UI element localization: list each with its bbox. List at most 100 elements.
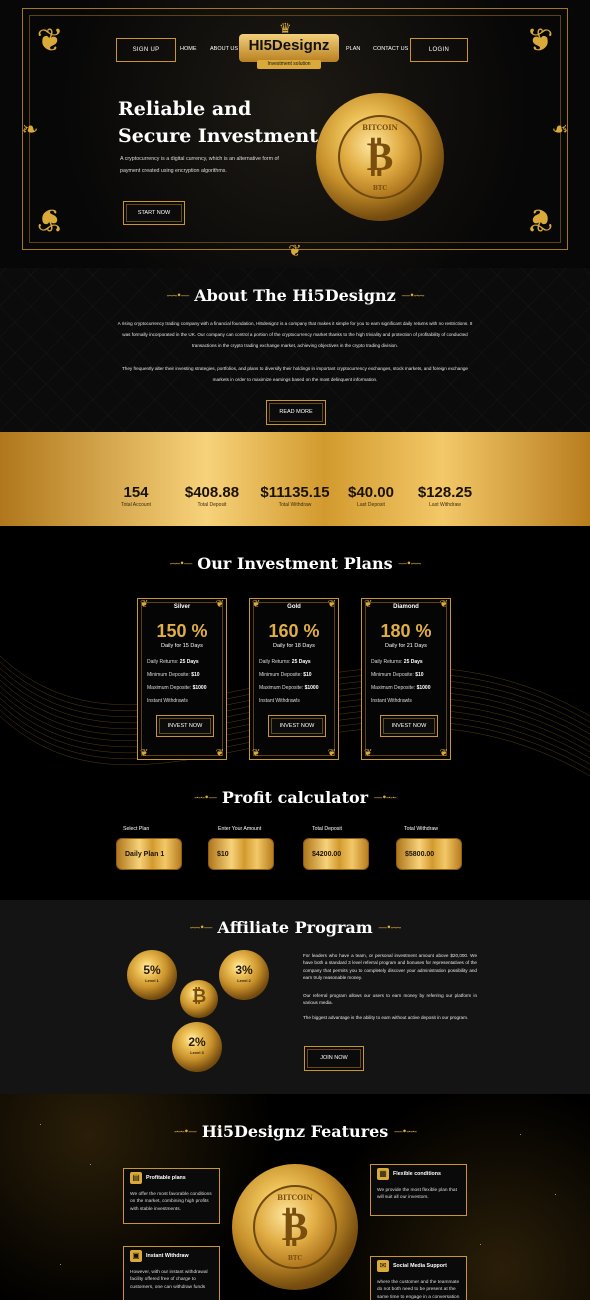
hero-title: Reliable and Secure Investment (118, 96, 318, 150)
select-plan-label: Select Plan (123, 826, 150, 832)
coin-bottom-text: BTC (287, 1255, 303, 1262)
invest-now-button[interactable]: INVEST NOW (380, 715, 438, 737)
plan-returns: Daily Returns: 25 Days (147, 659, 199, 665)
level-3-medal: 2% Level 3 (172, 1022, 222, 1072)
hero-title-line2: Secure Investment (118, 125, 318, 147)
stat-last-deposit: $40.00 Last Deposit (340, 484, 402, 508)
start-now-button[interactable]: START NOW (123, 201, 185, 225)
plan-card-gold: ❦ ❦ Gold 160 % Daily for 18 Days Daily R… (249, 598, 339, 760)
stat-total-withdraw: $11135.15 Total Withdraw (258, 484, 332, 508)
bitcoin-coin-image: BITCOIN ₿ BTC (316, 93, 444, 221)
about-paragraph-1: A rising cryptocurrency trading company … (117, 321, 473, 348)
stat-value: $128.25 (417, 484, 473, 501)
feature-description: We provide the most flexible plan that w… (377, 1188, 457, 1201)
calculator-title-text: Profit calculator (221, 788, 369, 807)
plan-max-value: $1000 (416, 685, 431, 691)
stat-value: $11135.15 (260, 484, 330, 501)
select-plan-dropdown[interactable]: Daily Plan 1 (116, 838, 182, 870)
amount-input[interactable]: $10 (208, 838, 274, 870)
plan-days: Daily for 21 Days (385, 643, 427, 649)
plan-withdraw: Instant Withdrawls (371, 698, 412, 704)
bitcoin-icon: ₿ (366, 133, 394, 180)
coin-top-text: BITCOIN (277, 1193, 313, 1202)
ornament-icon: ❦ (140, 748, 149, 759)
plan-percent: 160 % (268, 621, 320, 641)
plan-min-value: $10 (415, 672, 424, 678)
divider-ornament-icon: -·-·-•— (194, 793, 217, 804)
plan-returns-value: 25 Days (403, 659, 423, 665)
total-deposit-label: Total Deposit (312, 826, 342, 832)
plan-card-diamond: ❦ ❦ Diamond 180 % Daily for 21 Days Dail… (361, 598, 451, 760)
bitcoin-icon: ₿ (191, 986, 207, 1006)
ornament-icon: ❦ (327, 748, 336, 759)
about-section: -·-·-•— About The Hi5Designz —•-·-·- A r… (0, 268, 590, 432)
nav-plan-link[interactable]: PLAN (346, 46, 360, 52)
medal-level: Level 3 (190, 1050, 204, 1055)
plan-percent: 150 % (156, 621, 208, 641)
feature-card-social-media-support: ✉ Social Media Support where the custome… (370, 1256, 467, 1300)
ornament-icon: ❦ (439, 748, 448, 759)
read-more-button[interactable]: READ MORE (266, 400, 326, 425)
login-button[interactable]: LOGIN (410, 38, 468, 62)
plan-max-value: $1000 (192, 685, 207, 691)
plan-withdraw: Instant Withdrawls (147, 698, 188, 704)
logo-name: HI5Designz (239, 34, 339, 62)
plan-min-label: Minimum Deposite: (259, 672, 302, 678)
nav-home-link[interactable]: HOME (180, 46, 197, 52)
plan-max-deposit: Maximum Deposite: $1000 (259, 685, 318, 691)
logo-tagline: Investment solution (257, 60, 321, 69)
ornament-icon: ❦ (288, 243, 302, 260)
affiliate-paragraph-1: For leaders who have a team, or personal… (303, 953, 477, 981)
affiliate-paragraph-3: The biggest advantage is the ability to … (303, 1015, 469, 1020)
stat-value: 154 (123, 484, 149, 501)
level-1-medal: 5% Level 1 (127, 950, 177, 1000)
amount-label: Enter Your Amount (218, 826, 262, 832)
logo[interactable]: ♛ HI5Designz Investment solution (239, 20, 339, 70)
nav-about-link[interactable]: ABOUT US (210, 46, 238, 52)
divider-ornament-icon: -·-·-•— (166, 291, 190, 302)
nav-contact-link[interactable]: CONTACT US (373, 46, 408, 52)
medal-level: Level 2 (237, 978, 251, 983)
join-now-label: JOIN NOW (320, 1055, 348, 1061)
divider-ornament-icon: —•-·-·- (393, 1127, 417, 1138)
affiliate-title-text: Affiliate Program (217, 918, 373, 937)
ornament-icon: ❦ (215, 748, 224, 759)
divider-ornament-icon: -·-·-•— (169, 559, 193, 570)
invest-now-button[interactable]: INVEST NOW (156, 715, 214, 737)
feature-card-instant-withdraw: ▣ Instant Withdraw However, with our ins… (123, 1246, 220, 1300)
hero-section: ❦ ❦ ❦ ❦ ❧ ❧ ❦ SIGN UP HOME ABOUT US ♛ HI… (0, 0, 590, 268)
plan-max-label: Maximum Deposite: (371, 685, 416, 691)
stat-label: Last Withdraw (429, 502, 461, 508)
join-now-button[interactable]: JOIN NOW (304, 1046, 364, 1071)
signup-button[interactable]: SIGN UP (116, 38, 176, 62)
plans-title-text: Our Investment Plans (197, 554, 393, 573)
coin-bottom-text: BTC (372, 185, 388, 192)
star-decoration (90, 1164, 91, 1165)
ornament-icon: ❧ (21, 119, 39, 141)
feature-card-flexible-conditions: ▦ Flexible conditions We provide the mos… (370, 1164, 467, 1216)
plan-withdraw: Instant Withdrawls (259, 698, 300, 704)
invest-now-label: INVEST NOW (279, 723, 315, 729)
wallet-icon: ▣ (130, 1250, 142, 1262)
plan-name: Silver (173, 604, 191, 610)
plan-min-deposit: Minimum Deposite: $10 (147, 672, 200, 678)
ornament-icon: ❧ (551, 119, 569, 141)
plan-returns-value: 25 Days (179, 659, 199, 665)
ornament-icon: ❦ (364, 748, 373, 759)
divider-ornament-icon: -·-·-•— (189, 923, 213, 934)
total-withdraw-field: $5800.00 (396, 838, 462, 870)
feature-title: Profitable plans (146, 1175, 186, 1181)
bitcoin-coin-image: BITCOIN ₿ BTC (232, 1164, 358, 1290)
plan-returns-value: 25 Days (291, 659, 311, 665)
coin-top-text: BITCOIN (362, 123, 398, 132)
total-deposit-field: $4200.00 (303, 838, 369, 870)
plan-max-label: Maximum Deposite: (259, 685, 304, 691)
plan-min-deposit: Minimum Deposite: $10 (259, 672, 312, 678)
invest-now-button[interactable]: INVEST NOW (268, 715, 326, 737)
stat-value: $40.00 (348, 484, 394, 501)
plan-min-deposit: Minimum Deposite: $10 (371, 672, 424, 678)
stat-total-deposit: $408.88 Total Deposit (176, 484, 248, 508)
medal-level: Level 1 (145, 978, 159, 983)
bitcoin-coin-image: ₿ (180, 980, 218, 1018)
stats-bar: 154 Total Account $408.88 Total Deposit … (0, 432, 590, 526)
